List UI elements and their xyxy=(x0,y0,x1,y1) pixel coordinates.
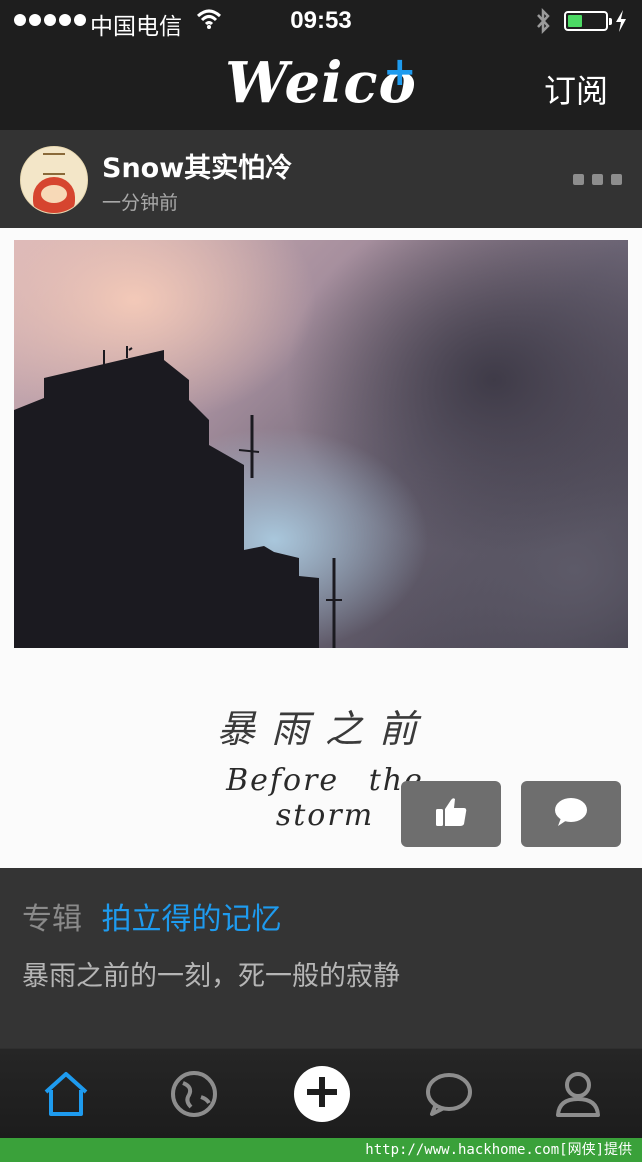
caption-chinese: 暴雨之前 xyxy=(216,707,433,751)
like-button[interactable] xyxy=(401,781,501,847)
tab-messages[interactable] xyxy=(422,1069,476,1123)
globe-icon xyxy=(169,1069,219,1124)
app-screen: 中国电信 09:53 Weico + 订阅 Snow其实怕冷 一分钟前 暴雨之前… xyxy=(0,0,642,1162)
post-photo[interactable] xyxy=(14,240,628,648)
person-icon xyxy=(553,1069,603,1124)
album-info: 专辑 拍立得的记忆 暴雨之前的一刻，死一般的寂静 xyxy=(0,868,642,1048)
logo-plus: + xyxy=(383,49,417,95)
post-card: 暴雨之前 Before the storm xyxy=(0,228,642,868)
plus-icon xyxy=(304,1074,340,1115)
thumbs-up-icon xyxy=(434,796,468,833)
tab-bar xyxy=(0,1048,642,1139)
tab-profile[interactable] xyxy=(551,1069,605,1123)
avatar[interactable] xyxy=(20,146,88,214)
album-label: 专辑 xyxy=(22,902,82,937)
subscribe-button[interactable]: 订阅 xyxy=(544,66,608,112)
post-description: 暴雨之前的一刻，死一般的寂静 xyxy=(22,961,400,992)
watermark: http://www.hackhome.com[网侠]提供 xyxy=(0,1138,642,1162)
tab-home[interactable] xyxy=(39,1069,93,1123)
more-options-icon[interactable] xyxy=(573,174,622,185)
chat-icon xyxy=(424,1070,474,1123)
post-time: 一分钟前 xyxy=(102,192,179,214)
tab-discover[interactable] xyxy=(167,1069,221,1123)
album-line: 专辑 拍立得的记忆 xyxy=(22,894,282,938)
battery-icon xyxy=(564,11,612,31)
post-header: Snow其实怕冷 一分钟前 xyxy=(0,130,642,228)
compose-button[interactable] xyxy=(294,1066,350,1122)
comment-button[interactable] xyxy=(521,781,621,847)
album-link[interactable]: 拍立得的记忆 xyxy=(102,902,282,937)
bluetooth-icon xyxy=(534,7,552,42)
charging-icon xyxy=(614,8,628,41)
home-icon xyxy=(41,1070,91,1123)
speech-bubble-icon xyxy=(553,796,589,833)
nav-bar: Weico + 订阅 xyxy=(0,44,642,130)
status-bar: 中国电信 09:53 xyxy=(0,0,642,44)
username[interactable]: Snow其实怕冷 xyxy=(102,146,292,185)
